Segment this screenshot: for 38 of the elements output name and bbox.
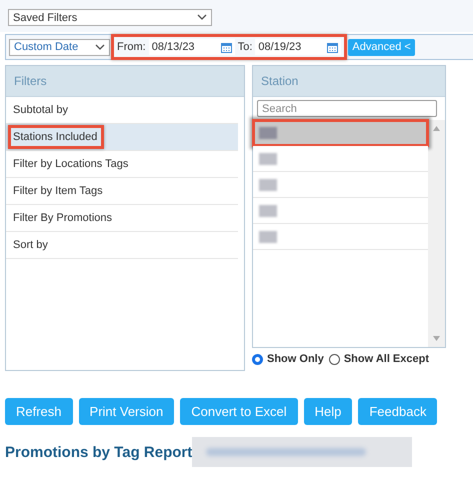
redacted-text: [259, 178, 277, 190]
search-field[interactable]: Search: [257, 100, 437, 117]
to-date-field[interactable]: 08/19/23: [255, 39, 342, 55]
filters-heading: Filters: [6, 66, 244, 97]
station-heading: Station: [253, 66, 445, 97]
mode-radio[interactable]: Show Only: [252, 353, 324, 365]
filter-item[interactable]: Filter by Locations Tags: [6, 151, 238, 178]
filter-label: Stations Included: [11, 128, 102, 146]
station-item[interactable]: [253, 120, 428, 146]
filter-label: Filter by Locations Tags: [12, 157, 130, 172]
mode-radio[interactable]: Show All Except: [328, 353, 430, 365]
chevron-down-icon: [95, 44, 105, 50]
scroll-down-icon[interactable]: [433, 336, 440, 341]
calendar-icon[interactable]: [220, 42, 232, 52]
filter-item[interactable]: Filter by Item Tags: [6, 178, 238, 205]
redacted-text: [259, 204, 277, 216]
scroll-up-icon[interactable]: [433, 126, 440, 131]
filter-label: Filter by Item Tags: [12, 184, 104, 199]
filter-label: Sort by: [12, 238, 49, 253]
scrollbar[interactable]: [428, 120, 445, 347]
date-range-dropdown[interactable]: Custom Date: [9, 38, 110, 56]
filter-label: Subtotal by: [12, 103, 70, 118]
report-title: Promotions by Tag Report: [5, 444, 192, 460]
filter-item[interactable]: Sort by: [6, 232, 238, 259]
filter-item[interactable]: Stations Included: [6, 124, 238, 151]
redacted-text: [259, 152, 277, 164]
filter-item[interactable]: Filter By Promotions: [6, 205, 238, 232]
redacted-text: [259, 126, 277, 138]
redacted-text: [259, 230, 277, 242]
radio-icon[interactable]: [252, 354, 263, 364]
to-label: To:: [238, 41, 252, 53]
chevron-down-icon: [197, 14, 207, 21]
from-date-field[interactable]: 08/13/23: [148, 39, 235, 55]
filter-label: Filter By Promotions: [12, 211, 114, 226]
radio-icon[interactable]: [328, 354, 340, 364]
calendar-icon[interactable]: [327, 42, 338, 52]
saved-filters-dropdown[interactable]: Saved Filters: [8, 9, 212, 26]
from-label: From:: [117, 41, 146, 53]
